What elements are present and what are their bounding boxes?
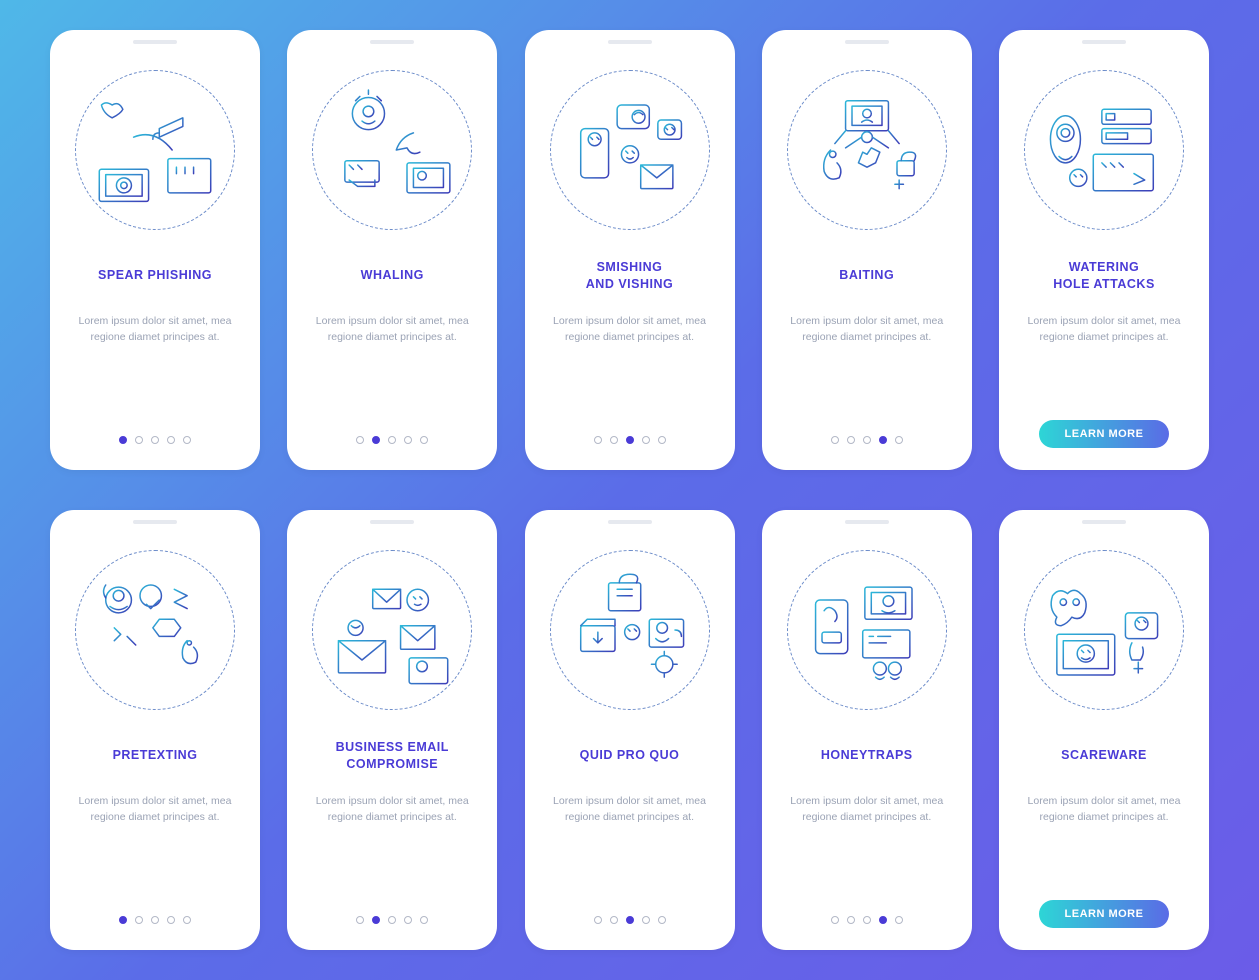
pagination-dot[interactable] [895, 916, 903, 924]
card-description: Lorem ipsum dolor sit amet, mea regione … [66, 794, 244, 826]
card-title: HONEYTRAPS [821, 738, 913, 774]
pagination-dot[interactable] [420, 436, 428, 444]
honey-icon [787, 550, 947, 710]
card-description: Lorem ipsum dolor sit amet, mea regione … [1015, 314, 1193, 346]
pagination-dot[interactable] [863, 916, 871, 924]
onboarding-card: PRETEXTING Lorem ipsum dolor sit amet, me… [50, 510, 260, 950]
pagination-dot[interactable] [642, 916, 650, 924]
onboarding-card: BAITING Lorem ipsum dolor sit amet, mea r… [762, 30, 972, 470]
pagination-dot[interactable] [388, 916, 396, 924]
pagination-dot[interactable] [183, 916, 191, 924]
pagination-dot[interactable] [642, 436, 650, 444]
pagination-dot[interactable] [183, 436, 191, 444]
pagination-dot[interactable] [847, 916, 855, 924]
pagination-dot[interactable] [879, 916, 887, 924]
pagination-dots[interactable] [119, 436, 191, 444]
baiting-icon [787, 70, 947, 230]
card-description: Lorem ipsum dolor sit amet, mea regione … [541, 314, 719, 346]
spear-icon [75, 70, 235, 230]
pagination-dot[interactable] [610, 916, 618, 924]
pagination-dot[interactable] [594, 436, 602, 444]
learn-more-button[interactable]: LEARN MORE [1039, 900, 1170, 928]
card-title: WATERING HOLE ATTACKS [1053, 258, 1155, 294]
pagination-dot[interactable] [610, 436, 618, 444]
onboarding-card: BUSINESS EMAIL COMPROMISE Lorem ipsum dol… [287, 510, 497, 950]
card-title: SPEAR PHISHING [98, 258, 212, 294]
card-title: SMISHING AND VISHING [586, 258, 673, 294]
whaling-icon [312, 70, 472, 230]
pagination-dot[interactable] [372, 436, 380, 444]
pagination-dots[interactable] [356, 916, 428, 924]
watering-icon [1024, 70, 1184, 230]
scare-icon [1024, 550, 1184, 710]
pagination-dot[interactable] [372, 916, 380, 924]
pagination-dot[interactable] [863, 436, 871, 444]
onboarding-card: WATERING HOLE ATTACKS Lorem ipsum dolor s… [999, 30, 1209, 470]
pagination-dot[interactable] [879, 436, 887, 444]
pagination-dot[interactable] [167, 436, 175, 444]
pagination-dot[interactable] [151, 916, 159, 924]
pagination-dots[interactable] [594, 916, 666, 924]
card-description: Lorem ipsum dolor sit amet, mea regione … [66, 314, 244, 346]
card-description: Lorem ipsum dolor sit amet, mea regione … [1015, 794, 1193, 826]
quid-icon [550, 550, 710, 710]
onboarding-card: HONEYTRAPS Lorem ipsum dolor sit amet, me… [762, 510, 972, 950]
pagination-dot[interactable] [594, 916, 602, 924]
pagination-dot[interactable] [831, 916, 839, 924]
card-description: Lorem ipsum dolor sit amet, mea regione … [778, 794, 956, 826]
card-title: PRETEXTING [113, 738, 198, 774]
pagination-dots[interactable] [594, 436, 666, 444]
pagination-dot[interactable] [151, 436, 159, 444]
pagination-dots[interactable] [831, 436, 903, 444]
onboarding-card: SCAREWARE Lorem ipsum dolor sit amet, mea… [999, 510, 1209, 950]
card-description: Lorem ipsum dolor sit amet, mea regione … [303, 314, 481, 346]
pagination-dot[interactable] [404, 436, 412, 444]
smishing-icon [550, 70, 710, 230]
card-title: SCAREWARE [1061, 738, 1147, 774]
pagination-dots[interactable] [119, 916, 191, 924]
pagination-dot[interactable] [420, 916, 428, 924]
pagination-dots[interactable] [831, 916, 903, 924]
card-title: QUID PRO QUO [580, 738, 680, 774]
pagination-dot[interactable] [404, 916, 412, 924]
pagination-dot[interactable] [626, 916, 634, 924]
pagination-dot[interactable] [135, 436, 143, 444]
bec-icon [312, 550, 472, 710]
card-description: Lorem ipsum dolor sit amet, mea regione … [778, 314, 956, 346]
pagination-dot[interactable] [167, 916, 175, 924]
learn-more-button[interactable]: LEARN MORE [1039, 420, 1170, 448]
pagination-dot[interactable] [658, 436, 666, 444]
pagination-dot[interactable] [847, 436, 855, 444]
pagination-dot[interactable] [119, 436, 127, 444]
pagination-dot[interactable] [658, 916, 666, 924]
pagination-dot[interactable] [388, 436, 396, 444]
pagination-dot[interactable] [831, 436, 839, 444]
onboarding-card: WHALING Lorem ipsum dolor sit amet, mea r… [287, 30, 497, 470]
card-title: BUSINESS EMAIL COMPROMISE [336, 738, 449, 774]
pagination-dot[interactable] [356, 436, 364, 444]
onboarding-card: SPEAR PHISHING Lorem ipsum dolor sit amet… [50, 30, 260, 470]
card-title: BAITING [839, 258, 894, 294]
pagination-dot[interactable] [895, 436, 903, 444]
onboarding-card: QUID PRO QUO Lorem ipsum dolor sit amet, … [525, 510, 735, 950]
card-description: Lorem ipsum dolor sit amet, mea regione … [303, 794, 481, 826]
pagination-dot[interactable] [626, 436, 634, 444]
card-description: Lorem ipsum dolor sit amet, mea regione … [541, 794, 719, 826]
onboarding-card: SMISHING AND VISHING Lorem ipsum dolor si… [525, 30, 735, 470]
pagination-dot[interactable] [356, 916, 364, 924]
pagination-dot[interactable] [135, 916, 143, 924]
card-title: WHALING [361, 258, 424, 294]
pagination-dots[interactable] [356, 436, 428, 444]
pagination-dot[interactable] [119, 916, 127, 924]
pretexting-icon [75, 550, 235, 710]
